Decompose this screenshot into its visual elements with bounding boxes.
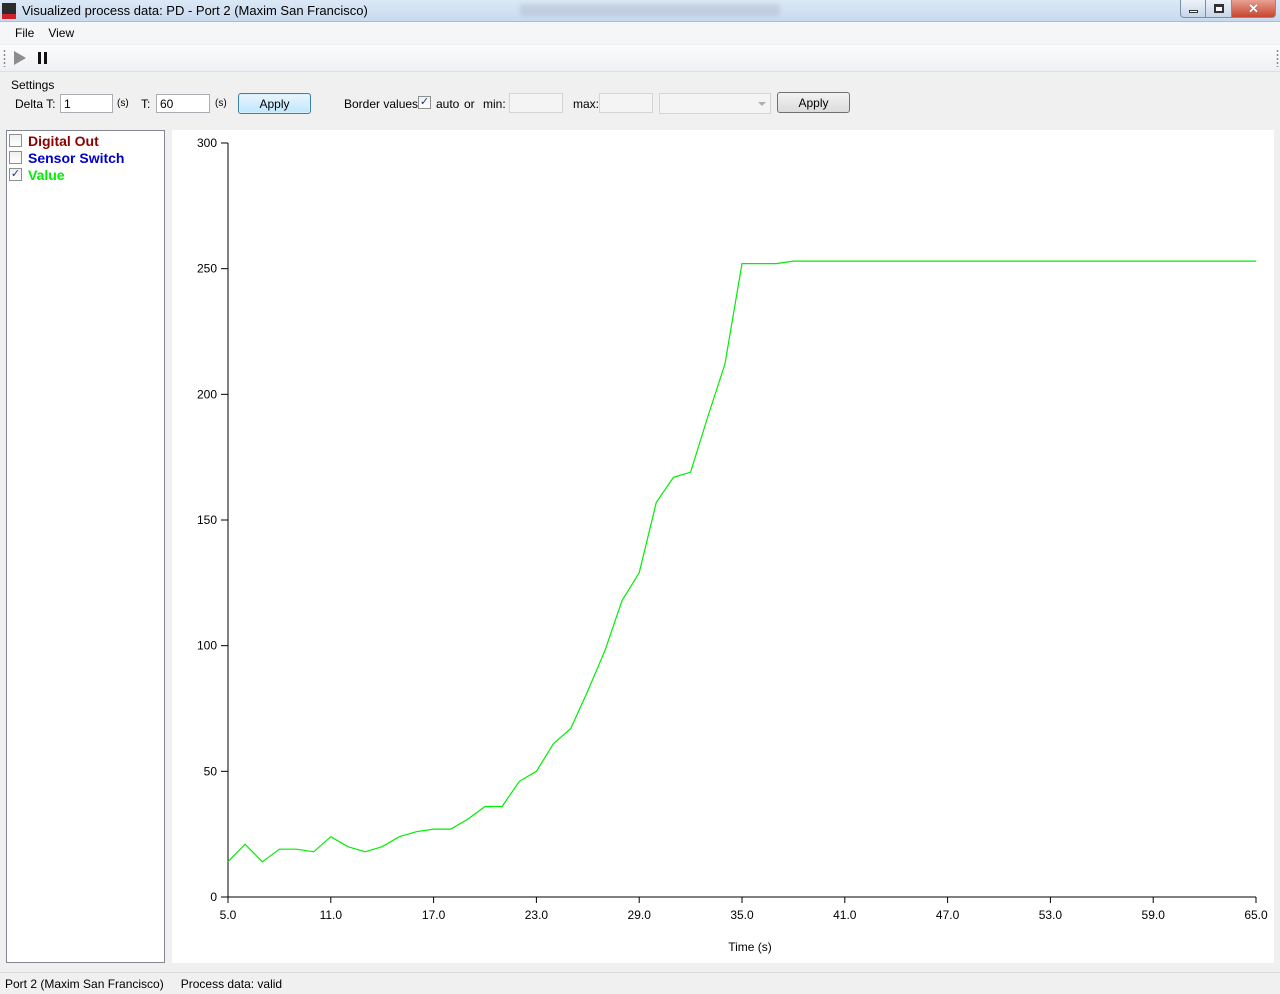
y-tick-label: 150 — [197, 513, 217, 527]
t-label: T: — [141, 97, 151, 111]
x-tick-label: 47.0 — [936, 908, 960, 922]
series-list-panel: Digital Out Sensor Switch ✓ Value — [6, 130, 165, 963]
x-tick-label: 29.0 — [628, 908, 652, 922]
status-port: Port 2 (Maxim San Francisco) — [5, 976, 164, 991]
maximize-icon — [1213, 4, 1224, 13]
series-item-value[interactable]: ✓ Value — [9, 166, 65, 183]
settings-group-label: Settings — [11, 78, 55, 92]
min-label: min: — [483, 97, 506, 111]
max-label: max: — [573, 97, 600, 111]
series-line-value — [227, 260, 1256, 863]
x-tick-label: 65.0 — [1244, 908, 1268, 922]
line-chart: 0 50 100 150 200 250 300 5.0 11.0 17.0 23.0 29.0 35… — [197, 136, 1268, 954]
border-values-dropdown[interactable] — [659, 93, 771, 114]
series-label: Sensor Switch — [28, 149, 125, 166]
t-unit: (s) — [215, 98, 227, 109]
delta-t-label: Delta T: — [15, 97, 56, 111]
toolbar-overflow-grip[interactable] — [1276, 49, 1279, 67]
minimize-icon — [1188, 10, 1198, 13]
window-title: Visualized process data: PD - Port 2 (Ma… — [22, 3, 368, 18]
apply-time-button[interactable]: Apply — [238, 93, 311, 114]
status-bar: Port 2 (Maxim San Francisco) Process dat… — [0, 972, 1280, 994]
series-checkbox[interactable] — [9, 134, 22, 147]
series-checkbox[interactable]: ✓ — [9, 168, 22, 181]
maximize-button[interactable] — [1206, 0, 1232, 18]
play-icon[interactable] — [14, 51, 26, 65]
menu-bar: File View — [0, 22, 1280, 44]
t-input[interactable] — [156, 94, 210, 113]
series-item-digital-out[interactable]: Digital Out — [9, 132, 99, 149]
series-item-sensor-switch[interactable]: Sensor Switch — [9, 149, 124, 166]
chevron-down-icon — [758, 102, 766, 106]
x-tick-label: 11.0 — [320, 908, 343, 922]
close-button[interactable]: ✕ — [1232, 0, 1276, 18]
toolbar — [0, 45, 1280, 72]
x-tick-label: 41.0 — [833, 908, 857, 922]
y-tick-label: 300 — [197, 136, 217, 150]
y-tick-label: 50 — [204, 764, 218, 778]
x-tick-label: 23.0 — [525, 908, 549, 922]
series-label: Digital Out — [28, 132, 99, 149]
pause-icon[interactable] — [38, 52, 48, 64]
menu-view[interactable]: View — [41, 26, 81, 40]
x-tick-label: 5.0 — [220, 908, 237, 922]
y-tick-label: 250 — [197, 262, 217, 276]
menu-file[interactable]: File — [8, 26, 41, 40]
chart-panel: 0 50 100 150 200 250 300 5.0 11.0 17.0 23.0 29.0 35… — [172, 130, 1274, 963]
minimize-button[interactable] — [1180, 0, 1206, 18]
x-tick-label: 53.0 — [1039, 908, 1063, 922]
x-tick-label: 17.0 — [422, 908, 446, 922]
y-tick-label: 0 — [210, 890, 217, 904]
series-checkbox[interactable] — [9, 151, 22, 164]
delta-t-unit: (s) — [117, 98, 129, 109]
y-tick-label: 200 — [197, 387, 217, 401]
series-label: Value — [28, 166, 65, 183]
auto-label: auto — [436, 97, 460, 111]
close-icon: ✕ — [1248, 1, 1259, 16]
x-tick-label: 59.0 — [1142, 908, 1166, 922]
toolbar-grip[interactable] — [3, 49, 6, 67]
window-controls: ✕ — [1180, 0, 1276, 18]
delta-t-input[interactable] — [60, 94, 113, 113]
status-process: Process data: valid — [180, 976, 283, 991]
x-tick-label: 35.0 — [730, 908, 754, 922]
title-blurred-region — [520, 4, 780, 16]
title-bar: Visualized process data: PD - Port 2 (Ma… — [0, 0, 1280, 22]
x-axis-label: Time (s) — [728, 940, 772, 954]
auto-checkbox[interactable]: ✓ — [418, 96, 431, 109]
min-input[interactable] — [509, 93, 563, 113]
y-tick-label: 100 — [197, 639, 217, 653]
apply-border-button[interactable]: Apply — [777, 92, 850, 113]
app-icon — [2, 3, 16, 19]
max-input[interactable] — [599, 93, 653, 113]
or-label: or — [464, 97, 475, 111]
border-values-label: Border values: — [344, 97, 422, 111]
